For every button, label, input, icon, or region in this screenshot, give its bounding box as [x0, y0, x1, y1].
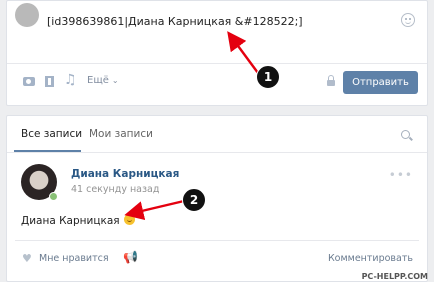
arrow-2 [124, 199, 185, 221]
annotation-marker-1: 1 [256, 65, 280, 89]
arrow-1 [227, 31, 259, 74]
watermark: PC-HELPP.COM [361, 272, 428, 281]
annotation-arrows [124, 31, 259, 221]
annotation-marker-2: 2 [182, 188, 206, 212]
